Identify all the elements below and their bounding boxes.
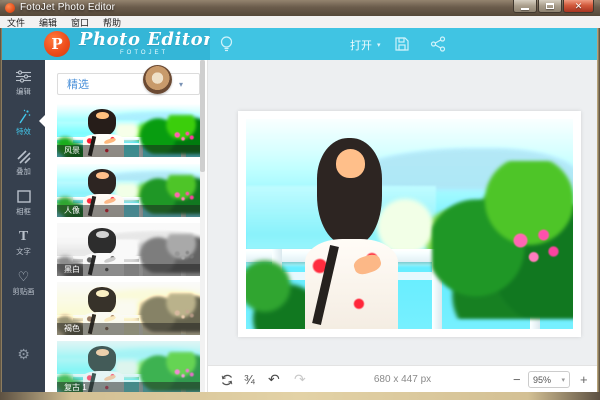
close-button[interactable]: ✕ (563, 0, 594, 13)
app-icon (5, 3, 15, 13)
sidebar-label: 剪贴画 (4, 286, 44, 296)
scene-pink-flowers (170, 250, 199, 264)
sidebar-item-overlay[interactable]: 叠加 (2, 148, 45, 184)
girl-face (96, 290, 109, 297)
filter-thumbnail-bw[interactable]: 黑白 (57, 223, 200, 276)
girl-face (96, 231, 109, 238)
filter-thumbnail-portrait[interactable]: 人像 (57, 164, 200, 217)
minimize-icon (521, 8, 529, 10)
panel-scrollbar-thumb[interactable] (200, 60, 205, 172)
sidebar-label: 叠加 (4, 166, 44, 176)
chevron-down-icon: ▾ (179, 80, 183, 89)
filter-thumbnail-vintage[interactable]: 复古 1 (57, 341, 200, 392)
window-border-bottom (0, 392, 600, 400)
girl-face (96, 172, 109, 179)
menu-window[interactable]: 窗口 (71, 16, 89, 29)
photo-scene (246, 119, 573, 329)
heart-icon: ♡ (2, 268, 45, 285)
chevron-down-icon: ▾ (561, 376, 565, 384)
scene-mountains (100, 348, 200, 359)
scene-railing (57, 374, 200, 377)
sidebar-label: 特效 (4, 126, 44, 136)
text-icon: T (2, 228, 45, 245)
open-button[interactable]: 打开 ▾ (350, 37, 381, 53)
window-titlebar[interactable]: FotoJet Photo Editor ✕ (0, 0, 600, 16)
filter-thumbnail-label: 复古 1 (57, 382, 200, 392)
sidebar-item-edit[interactable]: 编辑 (2, 68, 45, 104)
scene-bushes-far (111, 360, 197, 378)
menu-edit[interactable]: 编辑 (39, 16, 57, 29)
girl-face (96, 349, 109, 356)
compare-ratio-icon[interactable]: ¾ (244, 366, 255, 393)
girl-arm (104, 374, 116, 382)
maximize-icon (546, 3, 554, 9)
photo-image (246, 119, 573, 329)
girl-face (336, 149, 365, 178)
scene-pink-flowers (170, 368, 199, 382)
scene-girl (298, 138, 409, 329)
girl-hair (88, 346, 116, 373)
app-header: P Photo Editor FOTOJET 打开 ▾ (2, 28, 597, 60)
magic-wand-icon (2, 108, 45, 125)
sliders-icon (2, 68, 45, 85)
coffee-avatar[interactable] (143, 65, 172, 94)
redo-button[interactable]: ↷ (294, 366, 306, 393)
scene-pink-flowers (504, 224, 569, 279)
window-controls: ✕ (513, 0, 594, 13)
reset-icon[interactable] (220, 366, 234, 393)
maximize-button[interactable] (538, 0, 562, 13)
scene-pink-flowers (170, 191, 199, 205)
sidebar-item-effects[interactable]: 特效 (2, 108, 45, 144)
lightbulb-icon[interactable] (218, 35, 235, 53)
sidebar-item-text[interactable]: T 文字 (2, 228, 45, 264)
fotojet-logo-icon: P (44, 31, 70, 57)
undo-button[interactable]: ↶ (268, 366, 280, 393)
sidebar-item-frame[interactable]: 相框 (2, 188, 45, 224)
close-icon: ✕ (575, 1, 583, 12)
gear-icon[interactable]: ⚙ (2, 346, 45, 363)
menu-bar: 文件 编辑 窗口 帮助 (0, 16, 600, 28)
app-window: FotoJet Photo Editor ✕ 文件 编辑 窗口 帮助 P Pho… (0, 0, 600, 400)
filter-thumbnail-label: 风景 (57, 145, 200, 157)
frame-icon (2, 188, 45, 205)
zoom-level-value: 95% (533, 375, 551, 385)
category-dropdown[interactable]: 精选 ▾ (57, 73, 200, 95)
filter-thumbnail-label: 人像 (57, 205, 200, 217)
scene-lake (57, 358, 140, 378)
bottom-toolbar: 680 x 447 px ¾ ↶ ↷ − 95% ▾ + (208, 365, 597, 392)
scene-pink-flowers (170, 309, 199, 323)
zoom-level-dropdown[interactable]: 95% ▾ (528, 371, 570, 388)
tool-sidebar: 编辑 特效 叠加 相框 T 文字 (2, 60, 45, 392)
open-button-label: 打开 (350, 37, 372, 53)
filter-thumbnail-label: 黑白 (57, 264, 200, 276)
editor-canvas[interactable] (208, 60, 597, 365)
logo-title: Photo Editor (79, 29, 213, 50)
menu-help[interactable]: 帮助 (103, 16, 121, 29)
girl-face (96, 112, 109, 119)
filter-thumbnails-list: 风景 人像 (57, 104, 200, 392)
share-icon[interactable] (430, 36, 446, 52)
logo-letter: P (51, 35, 62, 53)
save-icon[interactable] (394, 36, 410, 52)
filter-thumbnail-label: 褐色 (57, 323, 200, 335)
scene-pink-flowers (170, 131, 199, 145)
filter-thumbnail-sepia[interactable]: 褐色 (57, 282, 200, 335)
logo-subtitle: FOTOJET (120, 50, 168, 56)
sidebar-label: 编辑 (4, 86, 44, 96)
sidebar-item-clipart[interactable]: ♡ 剪贴画 (2, 268, 45, 304)
zoom-out-button[interactable]: − (513, 366, 521, 393)
zoom-in-button[interactable]: + (580, 366, 588, 393)
sidebar-label: 文字 (4, 246, 44, 256)
menu-file[interactable]: 文件 (7, 16, 25, 29)
minimize-button[interactable] (513, 0, 537, 13)
photo-frame[interactable] (238, 111, 581, 337)
category-selected: 精选 (58, 76, 89, 92)
chevron-down-icon: ▾ (377, 41, 381, 49)
filter-thumbnail-scenery[interactable]: 风景 (57, 104, 200, 157)
sidebar-label: 相框 (4, 206, 44, 216)
window-title: FotoJet Photo Editor (20, 2, 115, 13)
overlay-icon (2, 148, 45, 165)
header-logo-area: P Photo Editor FOTOJET (2, 28, 210, 60)
effects-panel: 精选 ▾ 风景 (45, 60, 208, 392)
